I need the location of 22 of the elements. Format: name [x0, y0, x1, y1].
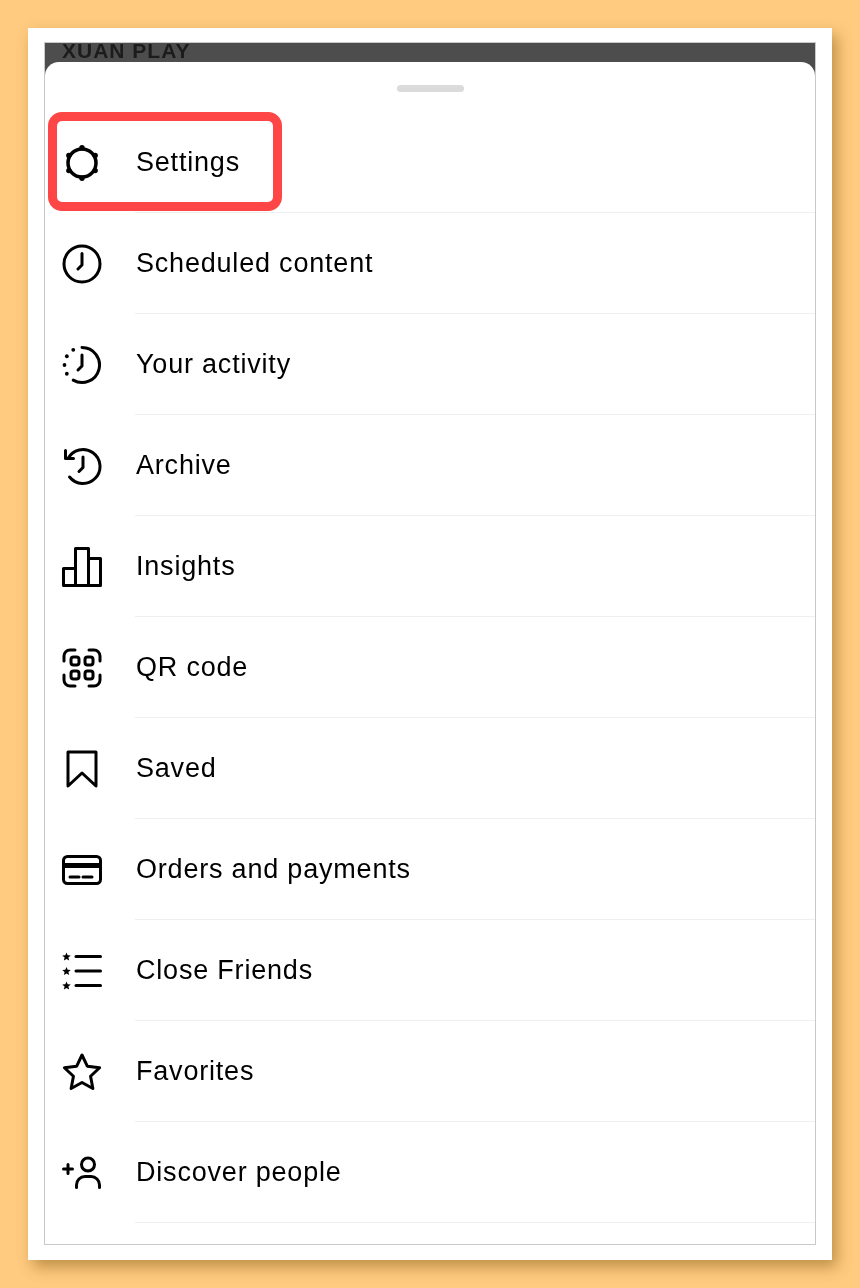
menu-item[interactable]: QR code [45, 617, 815, 718]
drag-handle[interactable] [396, 85, 464, 92]
menu-item[interactable]: Discover people [45, 1122, 815, 1223]
menu-item[interactable]: Close Friends [45, 920, 815, 1021]
menu-item[interactable]: Your activity [45, 314, 815, 415]
bar-chart-icon [62, 546, 102, 587]
dotted-clock-icon [62, 344, 102, 385]
star-list-icon [62, 951, 102, 990]
menu-item[interactable]: Insights [45, 516, 815, 617]
bookmark-icon [66, 749, 98, 788]
menu-item[interactable]: Archive [45, 415, 815, 516]
credit-card-icon [62, 854, 102, 885]
menu-item[interactable]: Scheduled content [45, 213, 815, 314]
menu-item[interactable]: Orders and payments [45, 819, 815, 920]
star-icon [62, 1052, 102, 1091]
clock-icon [62, 243, 102, 284]
menu-item[interactable]: Settings [45, 112, 815, 213]
qr-scan-icon [62, 647, 102, 688]
history-icon [62, 445, 102, 486]
menu-item[interactable]: Favorites [45, 1021, 815, 1122]
menu-item[interactable]: Saved [45, 718, 815, 819]
add-person-icon [62, 1156, 102, 1189]
